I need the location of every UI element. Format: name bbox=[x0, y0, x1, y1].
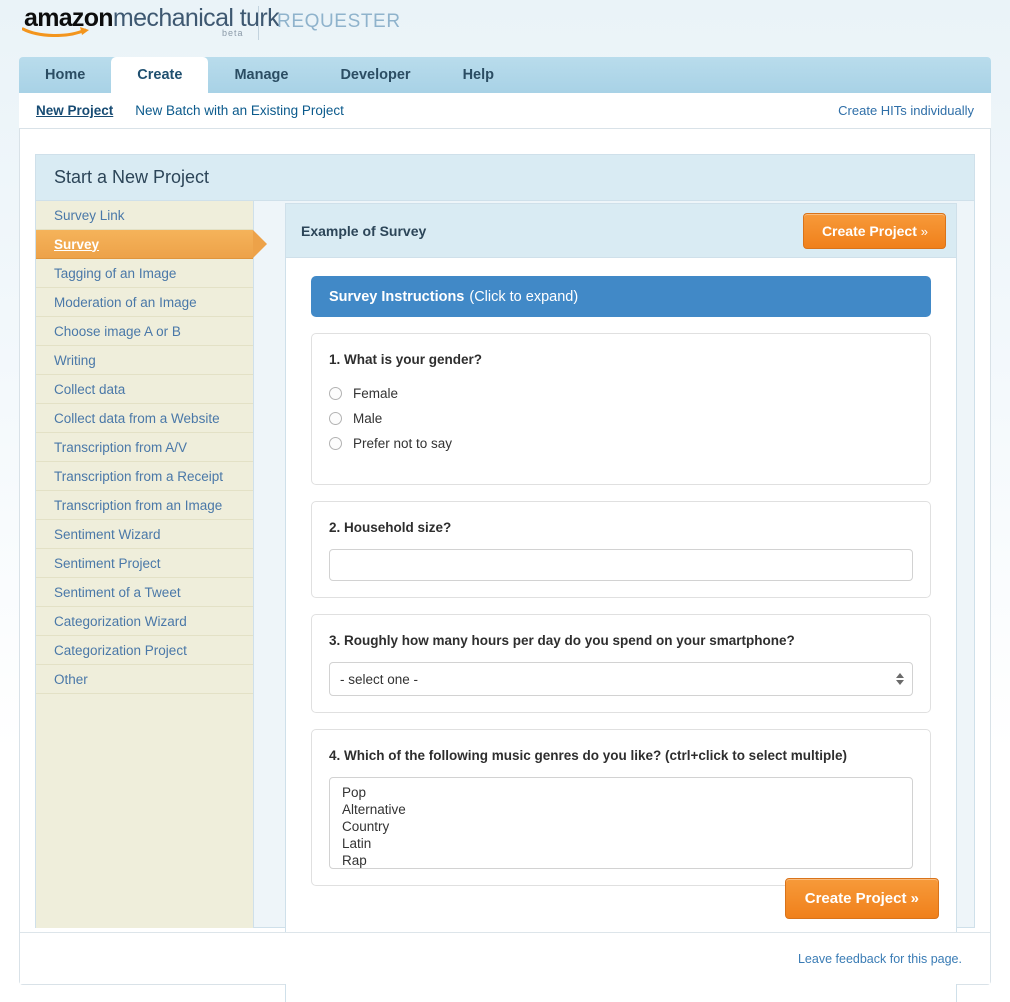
music-genre-option-country[interactable]: Country bbox=[342, 818, 912, 835]
create-project-button-bottom-label: Create Project bbox=[804, 890, 907, 907]
subnav-item-new-project[interactable]: New Project bbox=[36, 103, 113, 118]
sidebar-item-sentiment-project[interactable]: Sentiment Project bbox=[36, 549, 253, 578]
music-genres-multiselect[interactable]: Pop Alternative Country Latin Rap Blues bbox=[329, 777, 913, 869]
survey-instructions-hint: (Click to expand) bbox=[469, 288, 579, 305]
leave-feedback-link[interactable]: Leave feedback for this page. bbox=[798, 952, 962, 966]
tab-create[interactable]: Create bbox=[111, 57, 209, 93]
question-1-option-male-label: Male bbox=[353, 411, 383, 426]
question-1-option-prefer-not-to-say[interactable]: Prefer not to say bbox=[329, 431, 913, 456]
page-title: Start a New Project bbox=[36, 155, 974, 201]
question-1-option-prefer-not-to-say-label: Prefer not to say bbox=[353, 436, 453, 451]
sidebar-item-collect-data[interactable]: Collect data bbox=[36, 375, 253, 404]
subnav-item-new-batch[interactable]: New Batch with an Existing Project bbox=[135, 103, 344, 118]
sidebar-item-categorization-project[interactable]: Categorization Project bbox=[36, 636, 253, 665]
sidebar-item-choose-image-a-or-b[interactable]: Choose image A or B bbox=[36, 317, 253, 346]
amazon-swoosh-icon bbox=[22, 25, 94, 37]
panel-footer: Create Project » bbox=[255, 869, 975, 928]
create-project-button-top[interactable]: Create Project » bbox=[802, 212, 946, 249]
sidebar-item-survey[interactable]: Survey bbox=[36, 230, 267, 259]
sub-navigation: New Project New Batch with an Existing P… bbox=[19, 93, 991, 129]
household-size-input[interactable] bbox=[329, 549, 913, 581]
template-preview-area: Example of Survey Create Project » Surve… bbox=[255, 201, 975, 1002]
start-new-project-panel: Start a New Project Survey Link Survey T… bbox=[35, 154, 975, 1002]
sidebar-item-sentiment-wizard[interactable]: Sentiment Wizard bbox=[36, 520, 253, 549]
preview-header-bar: Example of Survey Create Project » bbox=[285, 203, 957, 257]
question-1-option-female[interactable]: Female bbox=[329, 381, 913, 406]
masthead: amazon mechanical turk beta REQUESTER bbox=[0, 0, 1010, 56]
smartphone-hours-select-wrap: - select one - bbox=[329, 662, 913, 696]
tab-manage[interactable]: Manage bbox=[208, 57, 314, 93]
question-1-option-male[interactable]: Male bbox=[329, 406, 913, 431]
project-template-sidebar: Survey Link Survey Tagging of an Image M… bbox=[36, 201, 267, 928]
sidebar-item-transcription-from-a-receipt[interactable]: Transcription from a Receipt bbox=[36, 462, 253, 491]
radio-button-icon[interactable] bbox=[329, 437, 342, 450]
masthead-divider bbox=[258, 6, 259, 40]
sidebar-item-moderation-of-an-image[interactable]: Moderation of an Image bbox=[36, 288, 253, 317]
sidebar-item-transcription-from-an-image[interactable]: Transcription from an Image bbox=[36, 491, 253, 520]
card-footer: Leave feedback for this page. bbox=[20, 932, 990, 984]
question-2-block: 2. Household size? bbox=[311, 501, 931, 598]
question-3-title: 3. Roughly how many hours per day do you… bbox=[329, 633, 795, 648]
tab-home[interactable]: Home bbox=[19, 57, 111, 93]
question-3-block: 3. Roughly how many hours per day do you… bbox=[311, 614, 931, 713]
music-genre-option-latin[interactable]: Latin bbox=[342, 835, 912, 852]
sidebar-item-transcription-from-av[interactable]: Transcription from A/V bbox=[36, 433, 253, 462]
sidebar-item-writing[interactable]: Writing bbox=[36, 346, 253, 375]
radio-button-icon[interactable] bbox=[329, 387, 342, 400]
music-genre-option-rap[interactable]: Rap bbox=[342, 852, 912, 868]
music-genre-option-pop[interactable]: Pop bbox=[342, 784, 912, 801]
question-1-option-female-label: Female bbox=[353, 386, 399, 401]
main-card: Start a New Project Survey Link Survey T… bbox=[19, 129, 991, 1002]
question-2-title: 2. Household size? bbox=[329, 520, 452, 535]
smartphone-hours-select[interactable]: - select one - bbox=[329, 662, 913, 696]
survey-instructions-title: Survey Instructions bbox=[329, 288, 465, 305]
create-project-button-top-label: Create Project bbox=[821, 222, 917, 239]
sidebar-item-categorization-wizard[interactable]: Categorization Wizard bbox=[36, 607, 253, 636]
page-root: amazon mechanical turk beta REQUESTER Ho… bbox=[0, 0, 1010, 1002]
main-tab-bar: Home Create Manage Developer Help bbox=[19, 57, 991, 93]
sidebar-item-tagging-of-an-image[interactable]: Tagging of an Image bbox=[36, 259, 253, 288]
requester-label: REQUESTER bbox=[277, 11, 401, 32]
create-hits-individually-link[interactable]: Create HITs individually bbox=[838, 103, 991, 118]
question-1-title: 1. What is your gender? bbox=[329, 352, 483, 367]
sidebar-item-collect-data-from-a-website[interactable]: Collect data from a Website bbox=[36, 404, 253, 433]
chevron-right-icon: » bbox=[920, 223, 928, 239]
sidebar-item-survey-link[interactable]: Survey Link bbox=[36, 201, 253, 230]
question-4-block: 4. Which of the following music genres d… bbox=[311, 729, 931, 886]
survey-instructions-bar[interactable]: Survey Instructions (Click to expand) bbox=[311, 276, 931, 317]
question-4-title: 4. Which of the following music genres d… bbox=[329, 748, 847, 763]
sidebar-item-sentiment-of-a-tweet[interactable]: Sentiment of a Tweet bbox=[36, 578, 253, 607]
logo-mechanical-turk-text: mechanical turk bbox=[112, 4, 280, 32]
question-1-block: 1. What is your gender? Female Male Pref… bbox=[311, 333, 931, 485]
music-genre-option-alternative[interactable]: Alternative bbox=[342, 801, 912, 818]
panel-body: Survey Link Survey Tagging of an Image M… bbox=[36, 201, 975, 1002]
tab-help[interactable]: Help bbox=[437, 57, 520, 93]
preview-header-label: Example of Survey bbox=[301, 222, 427, 239]
sub-navigation-links: New Project New Batch with an Existing P… bbox=[19, 103, 366, 118]
tab-developer[interactable]: Developer bbox=[314, 57, 436, 93]
logo-beta-label: beta bbox=[222, 28, 244, 38]
radio-button-icon[interactable] bbox=[329, 412, 342, 425]
chevron-right-icon: » bbox=[910, 890, 919, 907]
sidebar-item-other[interactable]: Other bbox=[36, 665, 253, 694]
create-project-button-bottom[interactable]: Create Project » bbox=[784, 878, 939, 919]
